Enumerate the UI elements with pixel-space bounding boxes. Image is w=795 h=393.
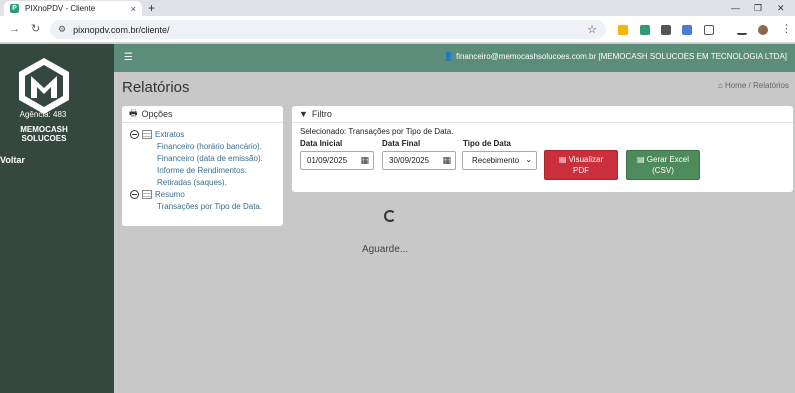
pdf-file-icon: ▤	[558, 155, 569, 164]
options-title: Opções	[141, 109, 173, 119]
new-tab-button[interactable]: +	[148, 1, 155, 15]
main-content: Relatórios ⌂ Home / Relatórios 🖶 Opções …	[114, 72, 795, 393]
reload-icon[interactable]: ↻	[31, 23, 40, 35]
sidebar: MEMOCASH SOLUCOES Agência: 483 Voltar	[0, 44, 114, 393]
pixnopdv-favicon-icon: P	[10, 4, 19, 13]
end-date-label: Data Final	[382, 139, 421, 148]
user-icon: 👤	[443, 52, 454, 61]
excel-label-line2: (CSV)	[652, 166, 674, 175]
company-name: MEMOCASH SOLUCOES	[20, 125, 68, 143]
filter-icon: ▼	[299, 109, 308, 119]
browser-toolbar: → ↻ ⚙ pixnopdv.com.br/cliente/ ☆ ⋮	[0, 16, 795, 43]
agency-label: Agência: 483	[19, 110, 67, 119]
calendar-icon[interactable]: ▦	[442, 155, 451, 166]
extension-icon[interactable]	[661, 25, 671, 35]
breadcrumb: ⌂ Home / Relatórios	[718, 81, 789, 90]
home-icon[interactable]: ⌂	[718, 81, 723, 90]
page-title: Relatórios	[122, 79, 190, 96]
options-header: 🖶 Opções	[122, 106, 283, 123]
options-card: 🖶 Opções Extratos Financeiro (horário ba…	[122, 106, 283, 226]
filter-body: Selecionado: Transações por Tipo de Data…	[292, 123, 793, 180]
extension-icon[interactable]	[640, 25, 650, 35]
start-date-value: 01/09/2025	[307, 156, 348, 165]
chevron-down-icon: ⌄	[525, 155, 532, 164]
date-type-label: Tipo de Data	[463, 139, 511, 148]
user-email: financeiro@memocashsolucoes.com.br [MEMO…	[455, 52, 787, 61]
collapse-icon[interactable]	[130, 189, 139, 199]
generate-excel-button[interactable]: ▤ Gerar Excel (CSV)	[626, 150, 700, 180]
url-text: pixnopdv.com.br/cliente/	[73, 24, 170, 35]
folder-icon	[142, 189, 152, 199]
extensions-puzzle-icon[interactable]	[704, 25, 714, 35]
excel-label-text: Gerar Excel	[646, 155, 689, 164]
bookmark-star-icon[interactable]: ☆	[587, 23, 597, 36]
hamburger-menu-icon[interactable]: ☰	[124, 53, 133, 63]
excel-label-line1: ▤ Gerar Excel	[637, 154, 689, 165]
back-arrow-icon[interactable]: →	[9, 23, 20, 35]
start-date-input[interactable]: 01/09/2025 ▦	[300, 151, 374, 170]
printer-icon: 🖶	[129, 108, 138, 118]
excel-file-icon: ▤	[636, 155, 647, 164]
folder-icon	[142, 129, 152, 139]
tree-group-extratos[interactable]: Extratos	[130, 128, 283, 140]
selected-report: Selecionado: Transações por Tipo de Data…	[300, 127, 454, 136]
start-date-label: Data Inicial	[300, 139, 343, 148]
site-settings-icon[interactable]: ⚙	[58, 24, 66, 35]
pdf-label-line1: ▤ Visualizar	[559, 154, 603, 165]
group-label: Extratos	[155, 129, 185, 139]
filter-header: ▼ Filtro	[292, 106, 793, 123]
user-info[interactable]: 👤 financeiro@memocashsolucoes.com.br [ME…	[444, 52, 787, 61]
tab-close-icon[interactable]: ×	[131, 4, 136, 14]
browser-tab[interactable]: P PIXnoPDV - Cliente ×	[4, 1, 142, 16]
tree-item[interactable]: Transações por Tipo de Data.	[130, 200, 283, 212]
browser-tab-strip: P PIXnoPDV - Cliente × + — ❐ ✕	[0, 0, 795, 16]
options-tree: Extratos Financeiro (horário bancário). …	[122, 123, 283, 212]
tree-item[interactable]: Informe de Rendimentos.	[130, 164, 283, 176]
loading-spinner	[384, 210, 396, 222]
breadcrumb-home[interactable]: Home	[725, 81, 746, 90]
calendar-icon[interactable]: ▦	[360, 155, 369, 166]
tree-item[interactable]: Retiradas (saques).	[130, 176, 283, 188]
menu-kebab-icon[interactable]: ⋮	[781, 23, 792, 35]
profile-avatar[interactable]	[758, 25, 768, 35]
tab-title: PIXnoPDV - Cliente	[25, 4, 96, 13]
date-type-select[interactable]: Recebimento ⌄	[462, 151, 537, 170]
tree-item[interactable]: Financeiro (horário bancário).	[130, 140, 283, 152]
filter-title: Filtro	[311, 109, 332, 119]
tree-group-resumo[interactable]: Resumo	[130, 188, 283, 200]
date-type-value: Recebimento	[472, 156, 520, 165]
collapse-icon[interactable]	[130, 129, 139, 139]
filter-card: ▼ Filtro Selecionado: Transações por Tip…	[292, 106, 793, 192]
memocash-logo	[19, 58, 69, 114]
pdf-label-text: Visualizar	[568, 155, 604, 164]
close-window-icon[interactable]: ✕	[777, 1, 785, 15]
view-pdf-button[interactable]: ▤ Visualizar PDF	[544, 150, 618, 180]
back-label: Voltar	[0, 155, 25, 165]
extension-icon[interactable]	[682, 25, 692, 35]
end-date-input[interactable]: 30/09/2025 ▦	[382, 151, 456, 170]
maximize-icon[interactable]: ❐	[754, 1, 762, 15]
sidebar-item-voltar[interactable]: Voltar	[0, 155, 25, 165]
tree-item[interactable]: Financeiro (data de emissão).	[130, 152, 283, 164]
group-label: Resumo	[155, 189, 185, 199]
app-header: ☰ 👤 financeiro@memocashsolucoes.com.br […	[114, 44, 795, 72]
download-icon[interactable]	[737, 25, 747, 35]
loading-text: Aguarde...	[362, 244, 409, 255]
minimize-icon[interactable]: —	[731, 1, 740, 15]
breadcrumb-current: Relatórios	[752, 81, 789, 90]
breadcrumb-separator: /	[748, 81, 751, 90]
address-bar[interactable]: ⚙ pixnopdv.com.br/cliente/ ☆	[50, 20, 606, 39]
drive-extension-icon[interactable]	[618, 25, 628, 35]
end-date-value: 30/09/2025	[389, 156, 430, 165]
pdf-label-line2: PDF	[573, 166, 589, 175]
